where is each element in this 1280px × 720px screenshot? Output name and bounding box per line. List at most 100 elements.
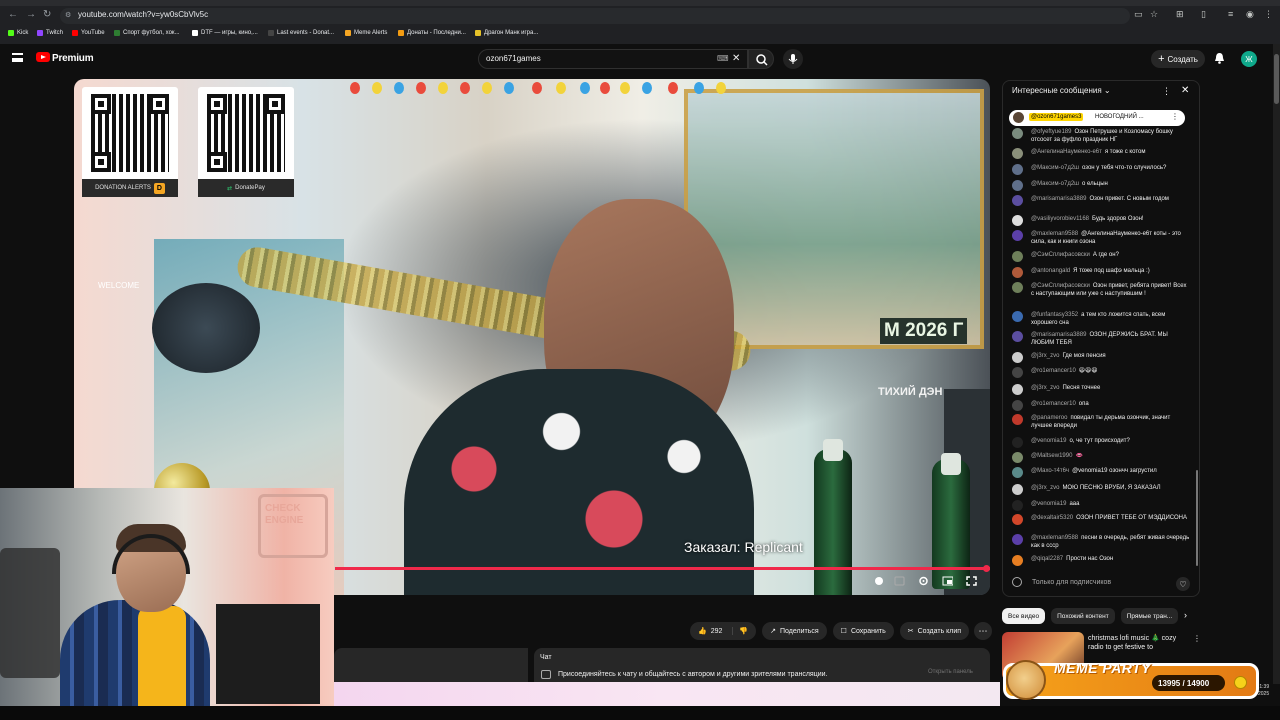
thumbs-down-icon[interactable]: 👎 [732,627,748,635]
brand-premium[interactable]: Premium [52,53,94,64]
clear-search-icon[interactable]: ✕ [732,53,740,64]
chat-author[interactable]: @maxleman9588 [1031,231,1078,237]
youtube-logo-icon[interactable] [36,52,50,62]
chat-avatar[interactable] [1012,484,1023,495]
chat-message[interactable]: @qiqal2287 Прости нас Озон [1012,555,1190,566]
description-box[interactable] [334,648,528,684]
menu-dots-icon[interactable]: ⋮ [1264,9,1273,20]
chat-avatar[interactable] [1012,230,1023,241]
notifications-bell-icon[interactable] [1214,52,1225,64]
bookmark-kick[interactable]: Kick [8,30,28,36]
chat-message[interactable]: @ro1emancer10 😆😆😆 [1012,367,1190,378]
chat-author[interactable]: @Максим-о7д2ш [1031,165,1079,171]
bookmark-youtube[interactable]: YouTube [72,30,105,36]
save-button[interactable]: ☐ Сохранить [832,622,894,640]
chat-author[interactable]: @j3rx_zvo [1031,485,1059,491]
chat-message[interactable]: @СэмСплифасовски Озон привет, ребята прив… [1012,282,1190,298]
chat-avatar[interactable] [1012,215,1023,226]
more-actions-button[interactable]: ⋯ [974,622,992,640]
bookmark-dragon[interactable]: Драгон Манк игра... [475,30,538,36]
bookmark-last-events[interactable]: Last events - Donat... [268,30,334,36]
chat-message[interactable]: @j3rx_zvo МОЮ ПЕСНЮ ВРУБИ, Я ЗАКАЗАЛ [1012,484,1190,495]
chat-message[interactable]: @venomia19 ааа [1012,500,1190,511]
chat-avatar[interactable] [1012,500,1023,511]
pinned-menu-icon[interactable]: ⋮ [1171,112,1179,121]
chat-message[interactable]: @maxleman9588 @АнгелинаНауменко-е6т коты … [1012,230,1190,246]
autoplay-toggle-icon[interactable] [874,576,885,586]
chat-author[interactable]: @vasiliyvorobiev1168 [1031,216,1089,222]
chat-avatar[interactable] [1012,331,1023,342]
chat-message[interactable]: @Максим-о7д2ш озон у тебя что-то случилос… [1012,164,1190,175]
chat-avatar[interactable] [1012,400,1023,411]
like-button[interactable]: 👍 292 👎 [690,622,757,640]
chat-author[interactable]: @j3rx_zvo [1031,353,1059,359]
chat-message[interactable]: @venomia19 о, че тут происходит? [1012,437,1190,448]
site-info-icon[interactable]: ⚙ [65,11,71,19]
chat-avatar[interactable] [1012,514,1023,525]
chat-avatar[interactable] [1012,148,1023,159]
share-button[interactable]: ↗ Поделиться [762,622,827,640]
chat-mode-dropdown[interactable]: Интересные сообщения ⌄ [1012,86,1111,95]
chat-avatar[interactable] [1012,384,1023,395]
account-avatar[interactable]: Ж [1241,51,1257,67]
page-scrollbar[interactable] [1273,44,1280,684]
bookmark-donaty[interactable]: Донаты - Последни... [398,30,466,36]
chat-author[interactable]: @maxleman9588 [1031,535,1078,541]
chat-message[interactable]: @Махо-т4т6ч @venomia19 озончч загрустил [1012,467,1190,478]
settings-gear-icon[interactable] [918,576,929,586]
chat-message[interactable]: @АнгелинаНауменко-е6т я тоже с котом [1012,148,1190,159]
reload-icon[interactable]: ↻ [43,9,51,20]
chat-message[interactable]: @panameroo повидал ты дерьма озончик, зна… [1012,414,1190,430]
translate-icon[interactable]: ≡ [1228,9,1233,19]
chat-message[interactable]: @funfantasy3352 а тем кто ложится спать, … [1012,311,1190,327]
chat-avatar[interactable] [1012,128,1023,139]
chat-message[interactable]: @marisamarisa3889 ОЗОН ДЕРЖИСЬ БРАТ. МЫ Л… [1012,331,1190,347]
miniplayer-icon[interactable] [942,576,953,586]
chat-author[interactable]: @venomia19 [1031,438,1066,444]
chat-message[interactable]: @Maltsew1990 👄 [1012,452,1190,463]
chat-avatar[interactable] [1012,352,1023,363]
recommended-menu-icon[interactable]: ⋮ [1193,634,1201,643]
search-input[interactable]: ozon671games ⌨ ✕ [478,49,748,69]
menu-icon[interactable] [12,53,23,62]
clip-button[interactable]: ✂ Создать клип [899,622,970,640]
subtitles-icon[interactable] [894,576,905,586]
chat-message[interactable]: @antonangald Я тоже под шафэ мальца :) [1012,267,1190,278]
chip-live[interactable]: Прямые тран... [1120,608,1179,624]
open-chat-panel-button[interactable]: Открыть панель [928,669,973,675]
chat-author[interactable]: @ro1emancer10 [1031,368,1076,374]
chat-author[interactable]: @Максим-о7д2ш [1031,181,1079,187]
chat-author[interactable]: @dexaltair5320 [1031,515,1073,521]
chat-author[interactable]: @qiqal2287 [1031,556,1063,562]
chat-avatar[interactable] [1012,414,1023,425]
chat-menu-icon[interactable]: ⋮ [1162,86,1171,97]
address-bar[interactable]: ⚙ youtube.com/watch?v=yw0sCbVlv5c [60,8,1130,24]
chat-message[interactable]: @ofyeftyue189 Озон Петрушке и Козломасу б… [1012,128,1190,144]
sidebar-icon[interactable]: ▯ [1201,9,1206,20]
page-scrollbar-thumb[interactable] [1274,54,1279,104]
chat-avatar[interactable] [1012,267,1023,278]
progress-scrubber[interactable] [983,565,990,572]
chat-message[interactable]: @ro1emancer10 опа [1012,400,1190,411]
chat-message[interactable]: @dexaltair5320 ОЗОН ПРИВЕТ ТЕБЕ ОТ МЭДДИС… [1012,514,1190,525]
recommended-video-title[interactable]: christmas lofi music 🎄 cozy radio to get… [1088,634,1188,652]
bookmark-meme-alerts[interactable]: Meme Alerts [345,30,387,36]
chat-author[interactable]: @funfantasy3352 [1031,312,1078,318]
close-chat-icon[interactable]: ✕ [1181,85,1189,96]
chat-author[interactable]: @j3rx_zvo [1031,385,1059,391]
chat-message[interactable]: @maxleman9588 песни в очередь, ребят жива… [1012,534,1190,550]
chat-avatar[interactable] [1012,367,1023,378]
chevron-right-icon[interactable]: › [1184,610,1187,620]
bookmark-star-icon[interactable]: ☆ [1150,9,1158,20]
chat-avatar[interactable] [1012,467,1023,478]
profile-icon[interactable]: ◉ [1246,9,1254,20]
bookmark-dtf[interactable]: DTF — игры, кино,... [192,30,258,36]
chat-message[interactable]: @vasiliyvorobiev1168 Будь здоров Озон! [1012,215,1190,226]
create-button[interactable]: + Создать [1151,50,1205,68]
keyboard-icon[interactable]: ⌨ [717,54,729,63]
chat-author[interactable]: @АнгелинаНауменко-е6т [1031,149,1102,155]
chat-message[interactable]: @j3rx_zvo Где моя пенсия [1012,352,1190,363]
chat-author[interactable]: @marisamarisa3889 [1031,332,1086,338]
chat-author[interactable]: @marisamarisa3889 [1031,196,1086,202]
chat-author[interactable]: @ro1emancer10 [1031,401,1076,407]
